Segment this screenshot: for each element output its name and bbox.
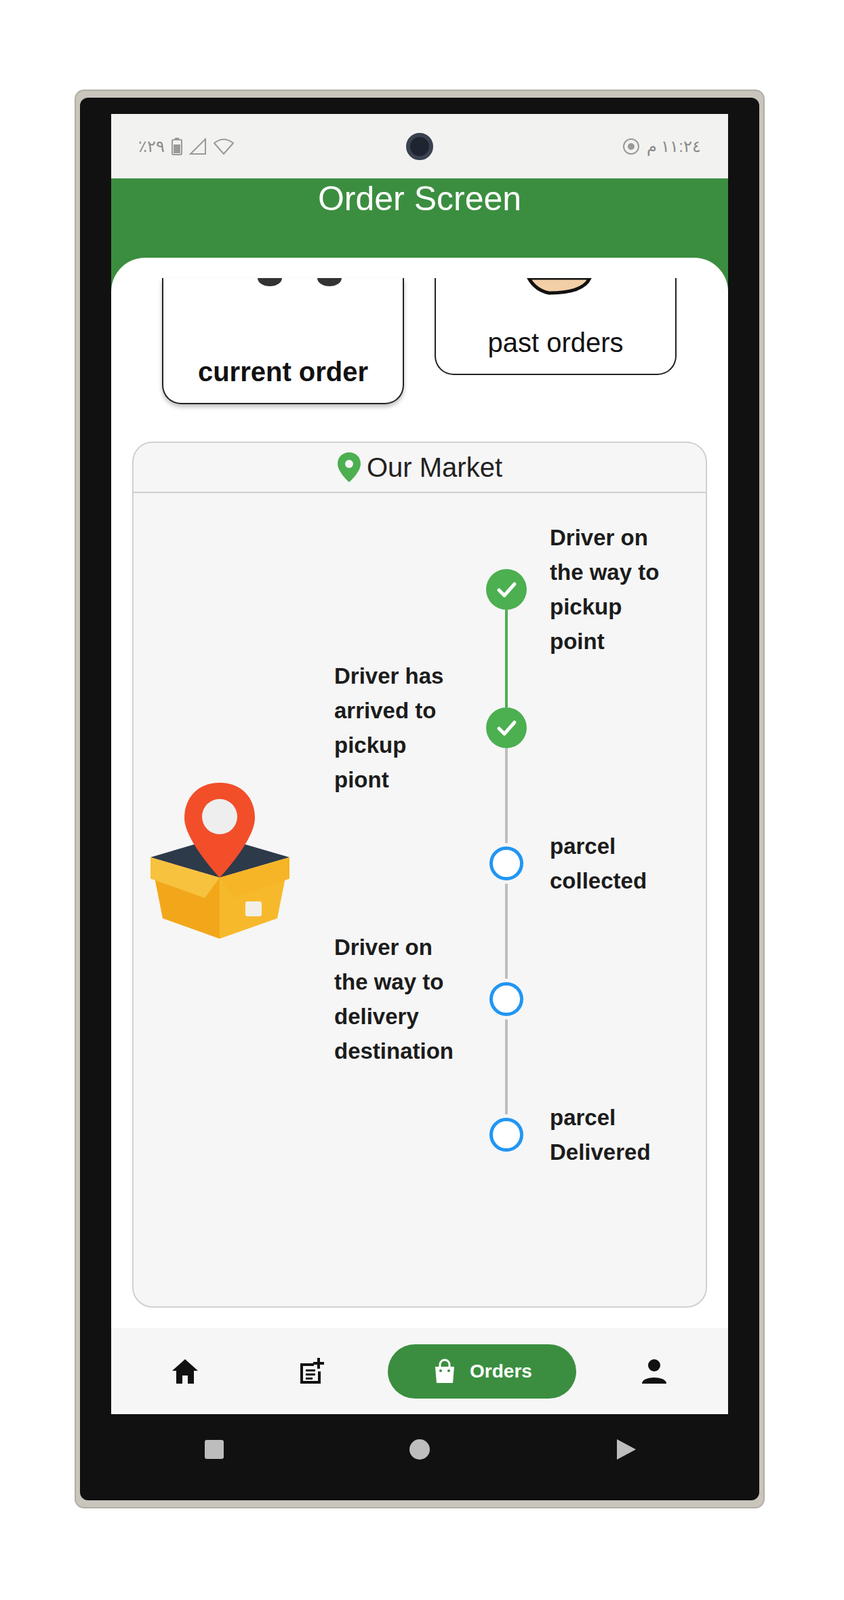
timeline-step: Driver has arrived to pickup piont xyxy=(334,658,672,797)
add-note-icon[interactable] xyxy=(296,1355,327,1386)
step-left: Driver on the way to delivery destinatio… xyxy=(334,929,464,1068)
parcel-location-icon xyxy=(150,782,290,939)
timeline-line xyxy=(505,796,508,843)
android-nav-bar xyxy=(111,1413,729,1484)
camera-icon xyxy=(406,132,434,160)
screen-title: Order Screen xyxy=(111,178,729,258)
clock-text: ١١:٢٤ م xyxy=(646,134,701,159)
timeline-line xyxy=(505,929,508,979)
check-icon xyxy=(494,576,519,602)
timeline-line xyxy=(505,1067,508,1114)
timeline-line xyxy=(505,883,508,930)
location-icon xyxy=(622,137,640,156)
timeline-step: parcel Delivered xyxy=(334,1067,672,1201)
tab-illustration-icon xyxy=(215,277,352,319)
step-marker xyxy=(486,519,527,659)
step-right: parcel Delivered xyxy=(549,1099,672,1169)
battery-text: ٢٩٪ xyxy=(138,134,165,159)
step-dot xyxy=(486,568,527,610)
step-label: Driver has arrived to pickup piont xyxy=(334,662,444,792)
phone-frame: ٢٩٪ ١١:٢٤ م Order Screen current order pas… xyxy=(74,89,765,1508)
tab-illustration-icon xyxy=(488,277,624,319)
nav-item[interactable] xyxy=(258,1355,364,1386)
order-tab[interactable]: past orders xyxy=(434,277,677,375)
step-dot xyxy=(486,978,527,1019)
shopping-bag-icon xyxy=(431,1357,458,1384)
timeline-step: Driver on the way to pickup point xyxy=(334,519,672,659)
step-marker xyxy=(486,1067,527,1201)
timeline-line xyxy=(505,747,508,797)
signal-icon xyxy=(189,137,207,156)
header-area: Order Screen current order past orders Ou… xyxy=(111,178,729,1328)
bottom-nav: Orders xyxy=(111,1327,729,1414)
pending-ring xyxy=(489,981,524,1016)
nav-pill[interactable]: Orders xyxy=(387,1343,577,1398)
home-icon[interactable] xyxy=(170,1355,200,1386)
market-header: Our Market xyxy=(133,442,706,493)
battery-icon xyxy=(171,137,183,156)
order-tab-label[interactable]: past orders xyxy=(487,326,624,359)
pending-ring xyxy=(489,1117,524,1152)
app-screen: ٢٩٪ ١١:٢٤ م Order Screen current order pas… xyxy=(111,113,729,1414)
nav-label[interactable]: Orders xyxy=(469,1356,533,1385)
step-label: Driver on the way to pickup point xyxy=(549,524,659,654)
step-marker xyxy=(486,929,527,1068)
person-icon[interactable] xyxy=(639,1355,670,1386)
step-marker xyxy=(486,658,527,797)
step-left: Driver has arrived to pickup piont xyxy=(334,658,464,797)
status-right: ١١:٢٤ م xyxy=(433,134,701,159)
step-dot xyxy=(486,842,527,884)
timeline-line xyxy=(505,1018,508,1068)
market-title: Our Market xyxy=(366,446,503,488)
step-label: parcel Delivered xyxy=(549,1104,651,1164)
step-dot xyxy=(486,1113,527,1155)
timeline-step: Driver on the way to delivery destinatio… xyxy=(334,929,672,1068)
step-label: parcel collected xyxy=(549,833,647,893)
pending-ring xyxy=(489,846,524,880)
timeline-step: parcel collected xyxy=(334,796,672,930)
step-label: Driver on the way to delivery destinatio… xyxy=(334,934,454,1063)
order-timeline: Driver on the way to pickup point Driver … xyxy=(334,519,672,1201)
market-card: Our Market Driver on the way to pickup p… xyxy=(132,441,708,1308)
order-tab[interactable]: current order xyxy=(162,277,405,405)
timeline-line xyxy=(505,658,508,708)
back-icon[interactable] xyxy=(611,1435,639,1463)
step-dot xyxy=(486,707,527,748)
status-left: ٢٩٪ xyxy=(138,134,407,159)
step-right: Driver on the way to pickup point xyxy=(549,519,672,659)
timeline-line xyxy=(505,609,508,659)
step-right: parcel collected xyxy=(549,828,672,898)
nav-item[interactable]: Orders xyxy=(363,1343,601,1398)
step-marker xyxy=(486,796,527,930)
check-icon xyxy=(494,715,519,740)
content-panel: current order past orders Our Market Driv… xyxy=(111,257,729,1328)
market-body: Driver on the way to pickup point Driver … xyxy=(133,492,706,1228)
order-tab-label[interactable]: current order xyxy=(197,355,369,388)
order-tabs: current order past orders xyxy=(132,277,708,405)
nav-item[interactable] xyxy=(111,1355,259,1386)
nav-item[interactable] xyxy=(600,1355,708,1386)
location-pin-icon xyxy=(336,452,362,482)
recents-icon[interactable] xyxy=(200,1435,228,1463)
home-circle-icon[interactable] xyxy=(406,1435,434,1463)
wifi-icon xyxy=(213,138,234,155)
status-bar: ٢٩٪ ١١:٢٤ م xyxy=(111,113,729,179)
phone-bezel: ٢٩٪ ١١:٢٤ م Order Screen current order pas… xyxy=(79,97,760,1500)
